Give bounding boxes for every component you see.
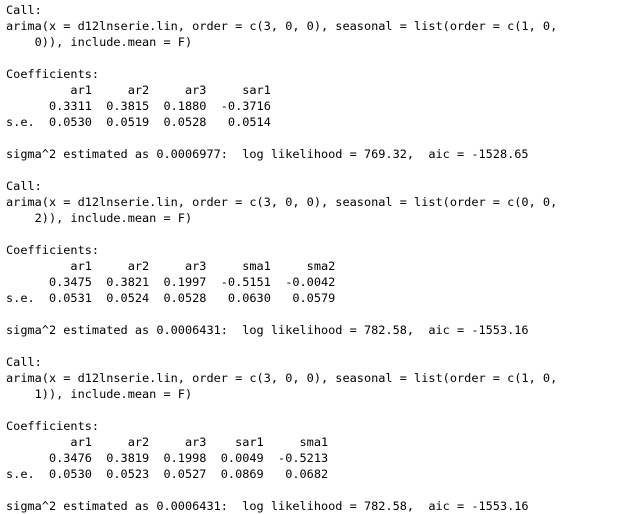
call-label: Call: (6, 179, 42, 193)
model-output-block: Call: arima(x = d12lnserie.lin, order = … (6, 2, 622, 178)
call-label: Call: (6, 355, 42, 369)
call-label: Call: (6, 3, 42, 17)
standard-errors-row: s.e. 0.0530 0.0523 0.0527 0.0869 0.0682 (6, 467, 329, 481)
coefficients-values-row: 0.3475 0.3821 0.1997 -0.5151 -0.0042 (6, 275, 336, 289)
model-summary-line: sigma^2 estimated as 0.0006431: log like… (6, 323, 529, 337)
model-summary-line: sigma^2 estimated as 0.0006431: log like… (6, 499, 529, 513)
coefficients-label: Coefficients: (6, 67, 100, 81)
r-console-output: Call: arima(x = d12lnserie.lin, order = … (6, 2, 622, 514)
model-summary-line: sigma^2 estimated as 0.0006977: log like… (6, 147, 529, 161)
coefficients-label: Coefficients: (6, 419, 100, 433)
coefficients-header-row: ar1 ar2 ar3 sar1 (6, 83, 271, 97)
call-line-continued: 1)), include.mean = F) (6, 387, 193, 401)
coefficients-values-row: 0.3476 0.3819 0.1998 0.0049 -0.5213 (6, 451, 329, 465)
standard-errors-row: s.e. 0.0531 0.0524 0.0528 0.0630 0.0579 (6, 291, 336, 305)
coefficients-header-row: ar1 ar2 ar3 sar1 sma1 (6, 435, 329, 449)
coefficients-values-row: 0.3311 0.3815 0.1880 -0.3716 (6, 99, 271, 113)
standard-errors-row: s.e. 0.0530 0.0519 0.0528 0.0514 (6, 115, 271, 129)
call-line: arima(x = d12lnserie.lin, order = c(3, 0… (6, 371, 558, 385)
model-output-block: Call: arima(x = d12lnserie.lin, order = … (6, 354, 622, 514)
coefficients-label: Coefficients: (6, 243, 100, 257)
call-line: arima(x = d12lnserie.lin, order = c(3, 0… (6, 195, 558, 209)
call-line-continued: 2)), include.mean = F) (6, 211, 193, 225)
call-line: arima(x = d12lnserie.lin, order = c(3, 0… (6, 19, 558, 33)
model-output-block: Call: arima(x = d12lnserie.lin, order = … (6, 178, 622, 354)
coefficients-header-row: ar1 ar2 ar3 sma1 sma2 (6, 259, 336, 273)
call-line-continued: 0)), include.mean = F) (6, 35, 193, 49)
